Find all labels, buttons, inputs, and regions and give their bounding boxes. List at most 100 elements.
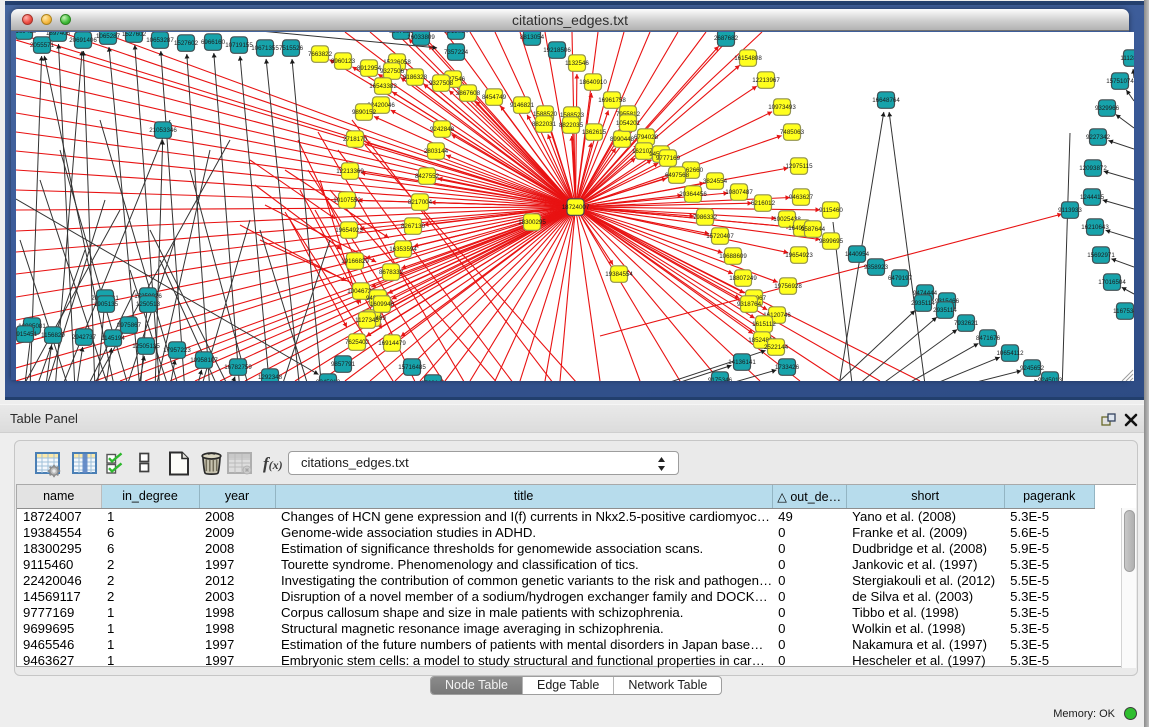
svg-text:2935114: 2935114: [911, 300, 935, 307]
svg-text:9146821: 9146821: [510, 102, 535, 109]
svg-text:3824554: 3824554: [703, 178, 728, 185]
svg-text:10719155: 10719155: [225, 42, 253, 49]
svg-text:2169416: 2169416: [16, 32, 37, 35]
svg-text:9463627: 9463627: [789, 194, 814, 201]
svg-text:18807249: 18807249: [729, 275, 757, 282]
svg-text:9327508: 9327508: [429, 80, 454, 87]
svg-text:15716485: 15716485: [398, 364, 426, 371]
svg-text:8427552: 8427552: [415, 173, 440, 180]
svg-text:17957223: 17957223: [163, 347, 191, 354]
svg-text:1609948: 1609948: [370, 301, 395, 308]
svg-text:12213369: 12213369: [336, 168, 364, 175]
svg-text:12505135: 12505135: [132, 343, 160, 350]
svg-text:8960123: 8960123: [331, 58, 356, 65]
svg-text:1167534: 1167534: [1113, 308, 1134, 315]
svg-text:1897406: 1897406: [46, 32, 71, 37]
svg-text:19654923: 19654923: [785, 252, 813, 259]
svg-text:9975867: 9975867: [117, 322, 142, 329]
svg-text:10654112: 10654112: [996, 350, 1024, 357]
svg-text:18300295: 18300295: [518, 219, 546, 226]
svg-text:20364456: 20364456: [679, 191, 707, 198]
svg-text:18724007: 18724007: [562, 204, 590, 211]
svg-text:1065287: 1065287: [96, 33, 121, 40]
svg-text:15720407: 15720407: [706, 233, 734, 240]
svg-text:1527602: 1527602: [174, 40, 199, 47]
svg-text:7663822: 7663822: [308, 51, 333, 58]
svg-text:21053346: 21053346: [149, 127, 177, 134]
svg-text:12093872: 12093872: [1079, 165, 1107, 172]
svg-text:8454749: 8454749: [482, 94, 507, 101]
svg-text:2718170: 2718170: [343, 136, 368, 143]
svg-text:18640910: 18640910: [579, 79, 607, 86]
svg-text:10807487: 10807487: [725, 189, 753, 196]
svg-text:10107552: 10107552: [333, 197, 361, 204]
svg-text:9857791: 9857791: [331, 361, 356, 368]
svg-text:2935114: 2935114: [933, 307, 957, 314]
svg-text:10973493: 10973493: [768, 104, 796, 111]
svg-text:8813054: 8813054: [520, 34, 545, 41]
svg-text:9245013: 9245013: [1038, 377, 1063, 381]
svg-text:8813054: 8813054: [444, 32, 469, 35]
svg-text:7357224: 7357224: [444, 49, 469, 56]
svg-text:9587644: 9587644: [801, 226, 826, 233]
svg-text:12975115: 12975115: [785, 163, 813, 170]
svg-text:8267130: 8267130: [401, 223, 426, 230]
svg-text:1292348: 1292348: [258, 374, 283, 381]
svg-text:7625402: 7625402: [345, 339, 370, 346]
svg-text:1527602: 1527602: [122, 32, 147, 38]
svg-text:6794028: 6794028: [634, 134, 659, 141]
svg-text:1132546: 1132546: [565, 60, 589, 67]
svg-text:3915451: 3915451: [16, 331, 38, 338]
svg-text:20691406: 20691406: [69, 37, 97, 44]
svg-text:7932621: 7932621: [954, 320, 979, 327]
svg-text:6216012: 6216012: [751, 200, 776, 207]
svg-text:8822031: 8822031: [532, 121, 557, 128]
svg-text:9245652: 9245652: [1020, 365, 1045, 372]
svg-text:8217004: 8217004: [408, 199, 433, 206]
svg-text:1127345: 1127345: [355, 317, 379, 324]
svg-text:8678332: 8678332: [379, 269, 404, 276]
svg-text:1054201: 1054201: [616, 120, 641, 127]
svg-text:7986332: 7986332: [693, 214, 718, 221]
svg-text:2867608: 2867608: [456, 90, 481, 97]
svg-text:9720146: 9720146: [421, 380, 446, 381]
svg-text:1244415: 1244415: [1080, 194, 1105, 201]
svg-text:16033809: 16033809: [407, 34, 435, 41]
svg-text:9242848: 9242848: [430, 126, 455, 133]
svg-text:16914479: 16914479: [378, 340, 406, 347]
svg-text:8990448: 8990448: [610, 136, 635, 143]
svg-text:9777169: 9777169: [656, 155, 681, 162]
svg-text:9115460: 9115460: [819, 207, 843, 214]
svg-text:12213967: 12213967: [752, 77, 780, 84]
svg-text:1112831: 1112831: [1120, 55, 1134, 62]
svg-text:2687682: 2687682: [714, 35, 739, 42]
svg-text:9245013: 9245013: [316, 379, 341, 381]
svg-text:7485063: 7485063: [780, 129, 805, 136]
svg-text:19654923: 19654923: [335, 227, 363, 234]
svg-text:15692971: 15692971: [1087, 252, 1115, 259]
svg-text:6479197: 6479197: [888, 275, 913, 282]
svg-text:2055571: 2055571: [30, 42, 55, 49]
svg-text:16543382: 16543382: [369, 83, 397, 90]
svg-text:8912954: 8912954: [357, 65, 382, 72]
svg-text:8186328: 8186328: [403, 74, 428, 81]
svg-text:6966160: 6966160: [201, 39, 226, 46]
svg-text:10653287: 10653287: [146, 37, 174, 44]
svg-text:16648764: 16648764: [872, 97, 900, 104]
svg-text:6497568: 6497568: [665, 172, 690, 179]
svg-text:1156829: 1156829: [41, 332, 65, 339]
svg-text:10671355: 10671355: [251, 45, 279, 52]
svg-text:9113933: 9113933: [1058, 207, 1082, 214]
svg-text:19218506: 19218506: [543, 47, 571, 54]
svg-text:16961758: 16961758: [598, 97, 626, 104]
svg-text:10688609: 10688609: [719, 253, 747, 260]
svg-text:1615112: 1615112: [752, 321, 776, 328]
svg-text:16210643: 16210643: [1081, 224, 1109, 231]
svg-text:10958107: 10958107: [190, 357, 218, 364]
svg-text:1905135: 1905135: [94, 301, 119, 308]
svg-text:1362615: 1362615: [582, 129, 607, 136]
svg-text:9327506: 9327506: [380, 68, 405, 75]
svg-text:19756928: 19756928: [774, 283, 802, 290]
svg-text:9227342: 9227342: [1086, 134, 1111, 141]
svg-text:16154808: 16154808: [734, 55, 762, 62]
